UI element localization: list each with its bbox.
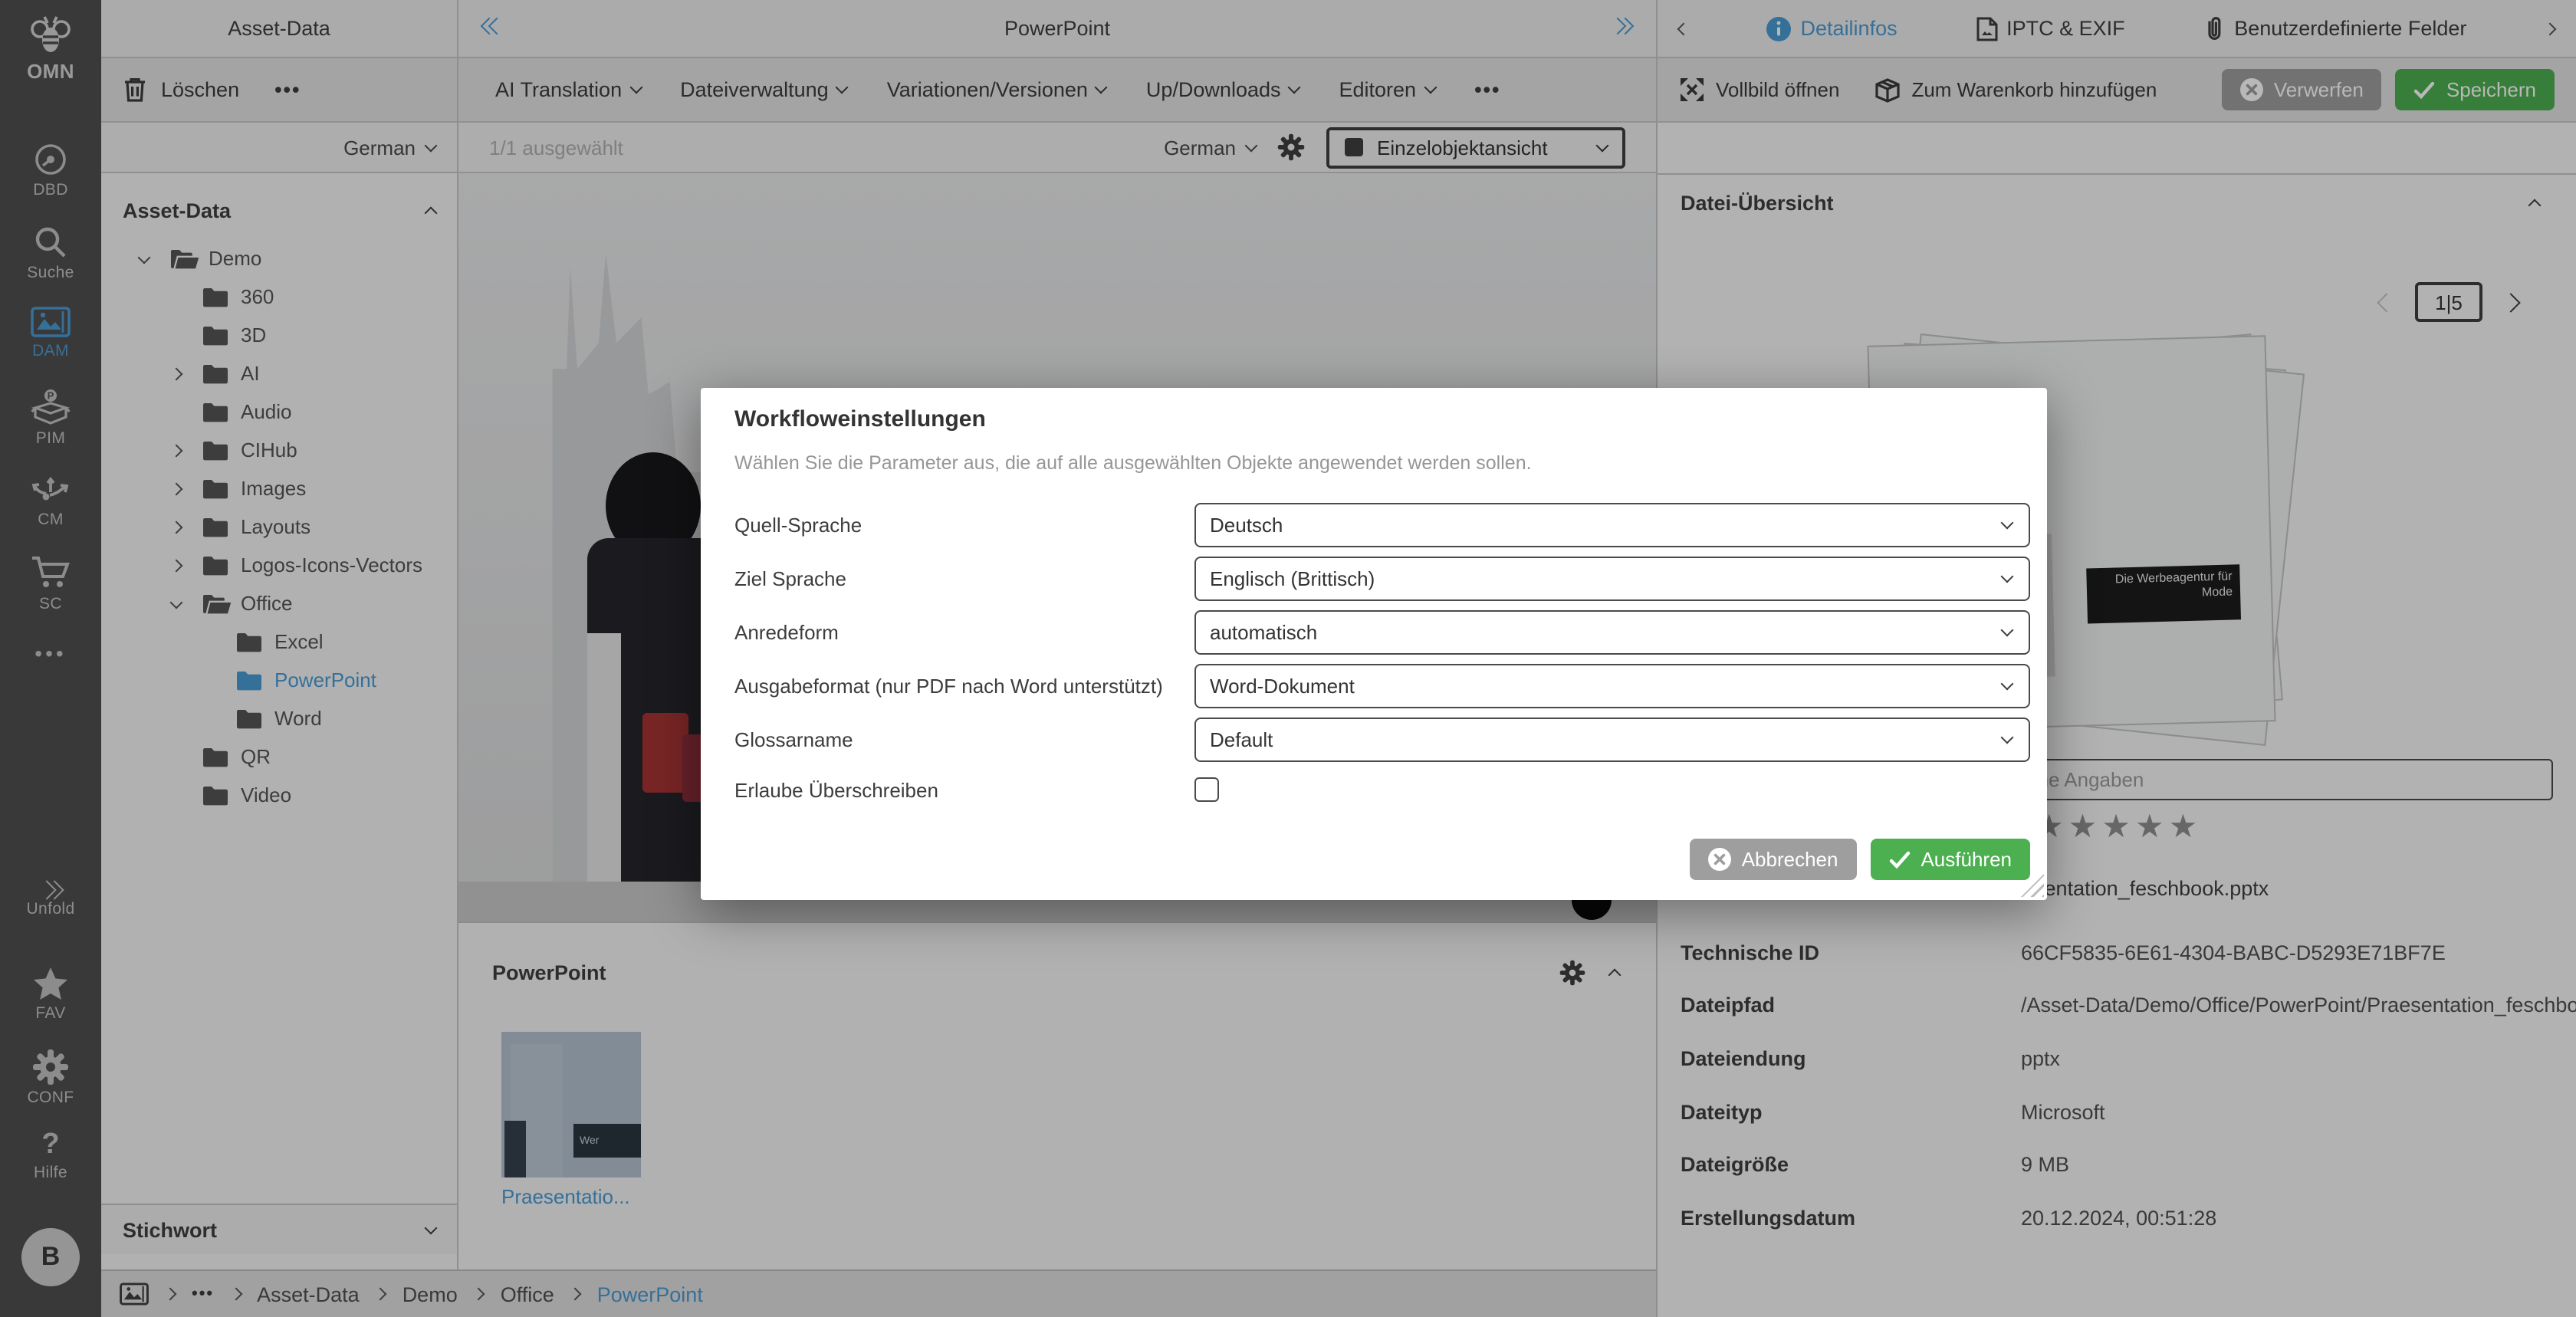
cancel-label: Abbrechen [1742,848,1838,871]
chevron-down-icon [2001,678,2014,691]
cancel-button[interactable]: Abbrechen [1690,839,1857,880]
ziel-sprache-select[interactable]: Englisch (Brittisch) [1194,557,2030,601]
select-value: Deutsch [1210,514,1283,537]
x-circle-icon [1708,848,1731,871]
field-label-erlaube-ueberschreiben: Erlaube Überschreiben [734,768,938,813]
chevron-down-icon [2001,624,2014,637]
select-value: Default [1210,728,1273,751]
field-label-ausgabeformat: Ausgabeformat (nur PDF nach Word unterst… [734,664,1163,708]
workflow-settings-dialog: Workfloweinstellungen Wählen Sie die Par… [701,388,2047,900]
field-label-glossarname: Glossarname [734,718,853,762]
select-value: Englisch (Brittisch) [1210,567,1375,590]
anredeform-select[interactable]: automatisch [1194,610,2030,655]
select-value: Word-Dokument [1210,675,1355,698]
glossarname-select[interactable]: Default [1194,718,2030,762]
chevron-down-icon [2001,570,2014,583]
dialog-title: Workfloweinstellungen [734,406,986,432]
confirm-button[interactable]: Ausführen [1870,839,2030,880]
chevron-down-icon [2001,517,2014,530]
app-root: OMN DBD Suche [0,0,2576,1317]
quell-sprache-select[interactable]: Deutsch [1194,503,2030,547]
field-label-ziel-sprache: Ziel Sprache [734,557,846,601]
ausgabeformat-select[interactable]: Word-Dokument [1194,664,2030,708]
field-label-quell-sprache: Quell-Sprache [734,503,862,547]
check-icon [1888,850,1910,869]
confirm-label: Ausführen [1921,848,2012,871]
dialog-buttons: Abbrechen Ausführen [1690,839,2030,880]
dialog-subtitle: Wählen Sie die Parameter aus, die auf al… [734,452,1532,474]
field-label-anredeform: Anredeform [734,610,839,655]
erlaube-ueberschreiben-checkbox[interactable] [1194,777,1219,802]
chevron-down-icon [2001,731,2014,744]
select-value: automatisch [1210,621,1317,644]
